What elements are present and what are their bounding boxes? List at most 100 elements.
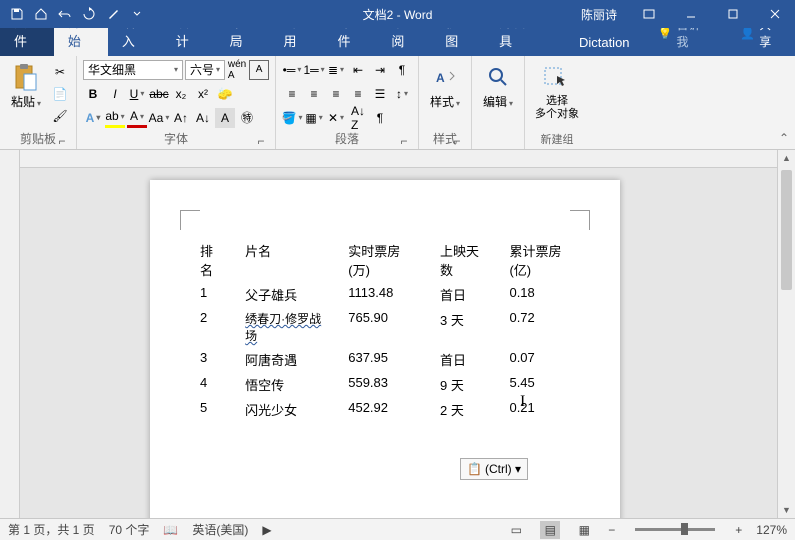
spell-check-icon[interactable]: 📖: [163, 523, 178, 537]
zoom-out-icon[interactable]: −: [608, 523, 615, 537]
dialog-launcher-icon[interactable]: ⌐: [56, 134, 68, 146]
share-icon: 👤: [740, 26, 755, 40]
word-count[interactable]: 70 个字: [109, 521, 150, 538]
editing-button[interactable]: 编辑▾: [478, 59, 518, 133]
phonetic-guide-icon[interactable]: wénA: [227, 60, 247, 80]
change-case-icon[interactable]: Aa▾: [149, 108, 169, 128]
collapse-ribbon-icon[interactable]: ⌃: [779, 131, 789, 145]
char-shading-icon[interactable]: A: [215, 108, 235, 128]
scroll-down-icon[interactable]: ▼: [778, 502, 795, 518]
superscript-icon[interactable]: x²: [193, 84, 213, 104]
qat-dropdown-icon[interactable]: [126, 3, 148, 25]
ruler-horizontal[interactable]: [20, 150, 777, 168]
strike-icon[interactable]: abc: [149, 84, 169, 104]
dialog-launcher-icon[interactable]: ⌐: [398, 134, 410, 146]
char-border-icon[interactable]: A: [249, 60, 269, 80]
copy-icon[interactable]: 📄: [50, 84, 70, 104]
select-objects-button[interactable]: 选择 多个对象: [531, 59, 583, 129]
text-effects-icon[interactable]: A▾: [83, 108, 103, 128]
bullets-icon[interactable]: •═▾: [282, 60, 302, 80]
shading-icon[interactable]: 🪣▾: [282, 108, 302, 128]
group-editing: 编辑▾: [472, 56, 525, 149]
home-icon[interactable]: [30, 3, 52, 25]
page[interactable]: 排名 片名 实时票房(万) 上映天数 累计票房(亿) 1父子雄兵1113.48首…: [150, 180, 620, 518]
distribute-icon[interactable]: ☰: [370, 84, 390, 104]
dialog-launcher-icon[interactable]: ⌐: [451, 134, 463, 146]
dialog-launcher-icon[interactable]: ⌐: [255, 134, 267, 146]
asian-layout-icon[interactable]: ✕▾: [326, 108, 346, 128]
cell-box: 765.90: [338, 307, 430, 347]
zoom-slider[interactable]: [635, 528, 715, 531]
ribbon-display-icon[interactable]: [629, 0, 669, 28]
shrink-font-icon[interactable]: A↓: [193, 108, 213, 128]
minimize-icon[interactable]: [671, 0, 711, 28]
font-color-icon[interactable]: A▾: [127, 108, 147, 128]
italic-icon[interactable]: I: [105, 84, 125, 104]
line-spacing-icon[interactable]: ↕▾: [392, 84, 412, 104]
paste-options-button[interactable]: 📋(Ctrl) ▾: [460, 458, 528, 480]
align-left-icon[interactable]: ≡: [282, 84, 302, 104]
macro-icon[interactable]: ▶: [262, 523, 271, 537]
highlight-icon[interactable]: ab▾: [105, 108, 125, 128]
align-justify-icon[interactable]: ≡: [348, 84, 368, 104]
bold-icon[interactable]: B: [83, 84, 103, 104]
print-layout-icon[interactable]: ▤: [540, 521, 560, 539]
group-label-font: 字体⌐: [83, 128, 269, 147]
align-right-icon[interactable]: ≡: [326, 84, 346, 104]
font-size-combo[interactable]: 六号▾: [185, 60, 225, 80]
styles-button[interactable]: A 样式▾: [425, 59, 465, 128]
tab-dictation[interactable]: Dictation: [565, 29, 644, 56]
numbering-icon[interactable]: 1═▾: [304, 60, 324, 80]
read-mode-icon[interactable]: ▭: [506, 521, 526, 539]
paste-button[interactable]: 粘贴▾: [6, 59, 46, 128]
borders-icon[interactable]: ▦▾: [304, 108, 324, 128]
ribbon-tabs: 文件 开始 插入 设计 布局 引用 邮件 审阅 视图 开发工具 Dictatio…: [0, 28, 795, 56]
statusbar: 第 1 页，共 1 页 70 个字 📖 英语(美国) ▶ ▭ ▤ ▦ − + 1…: [0, 518, 795, 540]
sort-icon[interactable]: A↓Z: [348, 108, 368, 128]
cell-rank: 3: [190, 347, 235, 372]
scroll-thumb[interactable]: [781, 170, 792, 290]
show-marks-icon[interactable]: ¶: [392, 60, 412, 80]
brush-icon[interactable]: [102, 3, 124, 25]
group-label-clipboard: 剪贴板⌐: [6, 128, 70, 147]
language-indicator[interactable]: 英语(美国): [192, 521, 248, 538]
group-label-styles: 样式⌐: [425, 128, 465, 147]
show-para-icon[interactable]: ¶: [370, 108, 390, 128]
page-indicator[interactable]: 第 1 页，共 1 页: [8, 521, 95, 538]
web-layout-icon[interactable]: ▦: [574, 521, 594, 539]
maximize-icon[interactable]: [713, 0, 753, 28]
scrollbar-vertical[interactable]: ▲ ▼: [777, 150, 795, 518]
font-name-combo[interactable]: 华文细黑▾: [83, 60, 183, 80]
multilevel-icon[interactable]: ≣▾: [326, 60, 346, 80]
table-row: 2绣春刀·修罗战场765.903 天0.72: [190, 307, 590, 347]
cell-name: 父子雄兵: [235, 282, 338, 307]
cut-icon[interactable]: ✂: [50, 62, 70, 82]
username[interactable]: 陈丽诗: [581, 6, 617, 23]
table-row: 5闪光少女452.922 天0.21: [190, 397, 590, 422]
cell-box: 452.92: [338, 397, 430, 422]
format-painter-icon[interactable]: 🖌: [50, 106, 70, 126]
save-icon[interactable]: [6, 3, 28, 25]
grow-font-icon[interactable]: A↑: [171, 108, 191, 128]
group-label-new: 新建组: [531, 129, 583, 147]
clear-format-icon[interactable]: 🧽: [215, 84, 235, 104]
zoom-level[interactable]: 127%: [756, 523, 787, 537]
col-box: 实时票房(万): [338, 238, 430, 282]
underline-icon[interactable]: U▾: [127, 84, 147, 104]
scroll-up-icon[interactable]: ▲: [778, 150, 795, 166]
dec-indent-icon[interactable]: ⇤: [348, 60, 368, 80]
cell-days: 首日: [430, 347, 499, 372]
cell-box: 1113.48: [338, 282, 430, 307]
zoom-thumb[interactable]: [681, 523, 688, 535]
align-center-icon[interactable]: ≡: [304, 84, 324, 104]
inc-indent-icon[interactable]: ⇥: [370, 60, 390, 80]
undo-icon[interactable]: [54, 3, 76, 25]
ruler-vertical[interactable]: [0, 150, 20, 518]
redo-icon[interactable]: [78, 3, 100, 25]
subscript-icon[interactable]: x₂: [171, 84, 191, 104]
enclose-char-icon[interactable]: ㊕: [237, 108, 257, 128]
group-font: 华文细黑▾ 六号▾ wénA A B I U▾ abc x₂ x² 🧽 A▾ a…: [77, 56, 276, 149]
close-icon[interactable]: [755, 0, 795, 28]
zoom-in-icon[interactable]: +: [735, 523, 742, 537]
document-content[interactable]: 排名 片名 实时票房(万) 上映天数 累计票房(亿) 1父子雄兵1113.48首…: [190, 238, 590, 422]
